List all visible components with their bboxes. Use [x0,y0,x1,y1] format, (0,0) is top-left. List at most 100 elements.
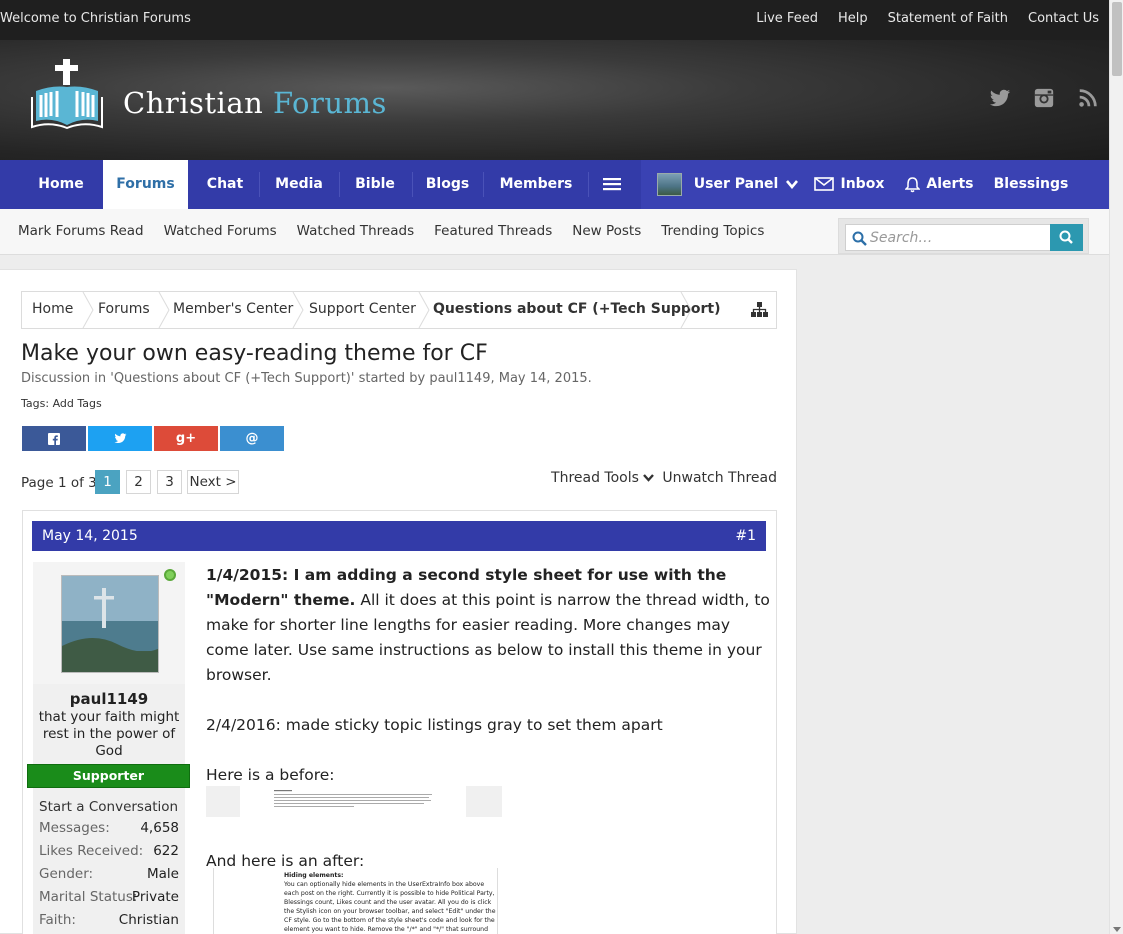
post-paragraph: 1/4/2015: I am adding a second style she… [206,563,771,688]
stat-value: Private [132,889,179,905]
stat-label: Likes Received: [39,843,143,859]
tab-blogs[interactable]: Blogs [415,160,480,209]
user-avatar-thumbnail[interactable] [657,173,682,196]
top-link-live-feed[interactable]: Live Feed [756,11,818,26]
stat-faith: Faith: Christian [39,912,179,928]
site-logo-text[interactable]: Christian Forums [123,86,387,120]
sitemap-icon[interactable] [751,302,768,318]
stat-label: Faith: [39,912,76,928]
user-info-panel: paul1149 that your faith might rest in t… [33,562,185,934]
share-google-plus-button[interactable]: g+ [154,426,218,451]
main-navigation: Home Forums Chat Media Bible Blogs Membe… [0,160,1109,209]
rss-icon[interactable] [1077,87,1099,109]
thread-tools-bar: Thread Tools Unwatch Thread [551,470,777,486]
breadcrumb-support-center[interactable]: Support Center [309,301,416,317]
nav-divider [259,172,260,197]
social-links [989,87,1099,109]
post-permalink[interactable]: #1 [735,528,756,544]
search-icon [1050,224,1083,251]
breadcrumb-home[interactable]: Home [32,301,73,317]
after-screenshot-body: You can optionally hide elements in the … [284,880,496,934]
page-1-button[interactable]: 1 [95,470,120,494]
top-bar: Welcome to Christian Forums Live Feed He… [0,0,1109,40]
alerts-link[interactable]: Alerts [903,160,975,209]
breadcrumb-members-center[interactable]: Member's Center [173,301,293,317]
bell-icon [905,176,920,193]
tags-label: Tags: [21,397,49,410]
add-tags-link[interactable]: Add Tags [53,397,102,410]
instagram-icon[interactable] [1033,87,1055,109]
stat-label: Gender: [39,866,93,882]
before-screenshot[interactable] [206,785,502,817]
stat-value[interactable]: 4,658 [140,820,179,836]
top-link-statement-of-faith[interactable]: Statement of Faith [888,11,1008,26]
page-2-button[interactable]: 2 [126,470,151,494]
search-button[interactable] [1050,224,1083,251]
avatar-image [62,576,159,673]
facebook-icon [48,433,60,445]
tab-media[interactable]: Media [262,160,336,209]
next-page-button[interactable]: Next > [187,470,239,494]
search-box: Search… [838,218,1089,254]
subnav-watched-threads[interactable]: Watched Threads [297,223,414,239]
supporter-badge: Supporter [27,764,190,788]
subnav-new-posts[interactable]: New Posts [572,223,641,239]
vertical-scrollbar[interactable] [1109,0,1123,934]
unwatch-thread-link[interactable]: Unwatch Thread [662,470,777,486]
hamburger-icon [603,177,621,191]
thread-title: Make your own easy-reading theme for CF [21,341,488,366]
logo-word-forums: Forums [273,86,387,120]
post-header: May 14, 2015 #1 [32,521,766,551]
page-indicator: Page 1 of 3 [21,475,97,491]
thread-tags: Tags: Add Tags [21,397,102,410]
top-link-contact-us[interactable]: Contact Us [1028,11,1099,26]
share-twitter-button[interactable] [88,426,152,451]
after-screenshot[interactable]: Hiding elements: You can optionally hide… [213,868,498,934]
stat-value: Christian [119,912,179,928]
nav-divider [339,172,340,197]
search-placeholder: Search… [870,230,932,246]
thread-tools-menu[interactable]: Thread Tools [551,470,654,486]
scroll-down-arrow-icon[interactable] [1113,927,1121,932]
subnav-featured-threads[interactable]: Featured Threads [434,223,552,239]
nav-divider [412,172,413,197]
twitter-icon[interactable] [989,87,1011,109]
at-sign-icon: @ [246,431,259,446]
more-menu-button[interactable] [592,160,632,209]
subnav-trending-topics[interactable]: Trending Topics [661,223,764,239]
alerts-label: Alerts [926,176,973,192]
user-panel-menu[interactable]: User Panel [691,160,801,209]
tab-chat[interactable]: Chat [194,160,256,209]
subnav-mark-forums-read[interactable]: Mark Forums Read [18,223,144,239]
tab-bible[interactable]: Bible [342,160,408,209]
search-input[interactable]: Search… [845,224,1056,251]
scrollbar-thumb[interactable] [1112,2,1122,76]
stat-marital-status: Marital Status: Private [39,889,179,905]
inbox-link[interactable]: Inbox [813,160,885,209]
page-3-button[interactable]: 3 [157,470,182,494]
share-email-button[interactable]: @ [220,426,284,451]
stat-label: Messages: [39,820,110,836]
screenshot-placeholder [466,786,502,817]
start-conversation-link[interactable]: Start a Conversation [39,799,178,815]
nav-divider [588,172,589,197]
avatar[interactable] [61,575,159,673]
tab-home[interactable]: Home [22,160,100,209]
thread-tools-label: Thread Tools [551,470,639,486]
after-screenshot-text: Hiding elements: You can optionally hide… [284,871,496,934]
breadcrumb-separator [158,292,170,328]
author-username[interactable]: paul1149 [33,690,185,708]
breadcrumb-current[interactable]: Questions about CF (+Tech Support) [433,301,720,317]
top-link-help[interactable]: Help [838,11,868,26]
tab-forums[interactable]: Forums [103,160,188,209]
share-facebook-button[interactable] [22,426,86,451]
breadcrumb-separator [680,292,692,328]
screenshot-placeholder [206,786,240,817]
logo-word-christian: Christian [123,86,263,120]
breadcrumb-separator [292,292,304,328]
tab-members[interactable]: Members [486,160,586,209]
breadcrumb-forums[interactable]: Forums [98,301,150,317]
blessings-link[interactable]: Blessings [991,160,1071,209]
subnav-watched-forums[interactable]: Watched Forums [164,223,277,239]
bible-cross-logo-icon[interactable] [30,57,104,129]
